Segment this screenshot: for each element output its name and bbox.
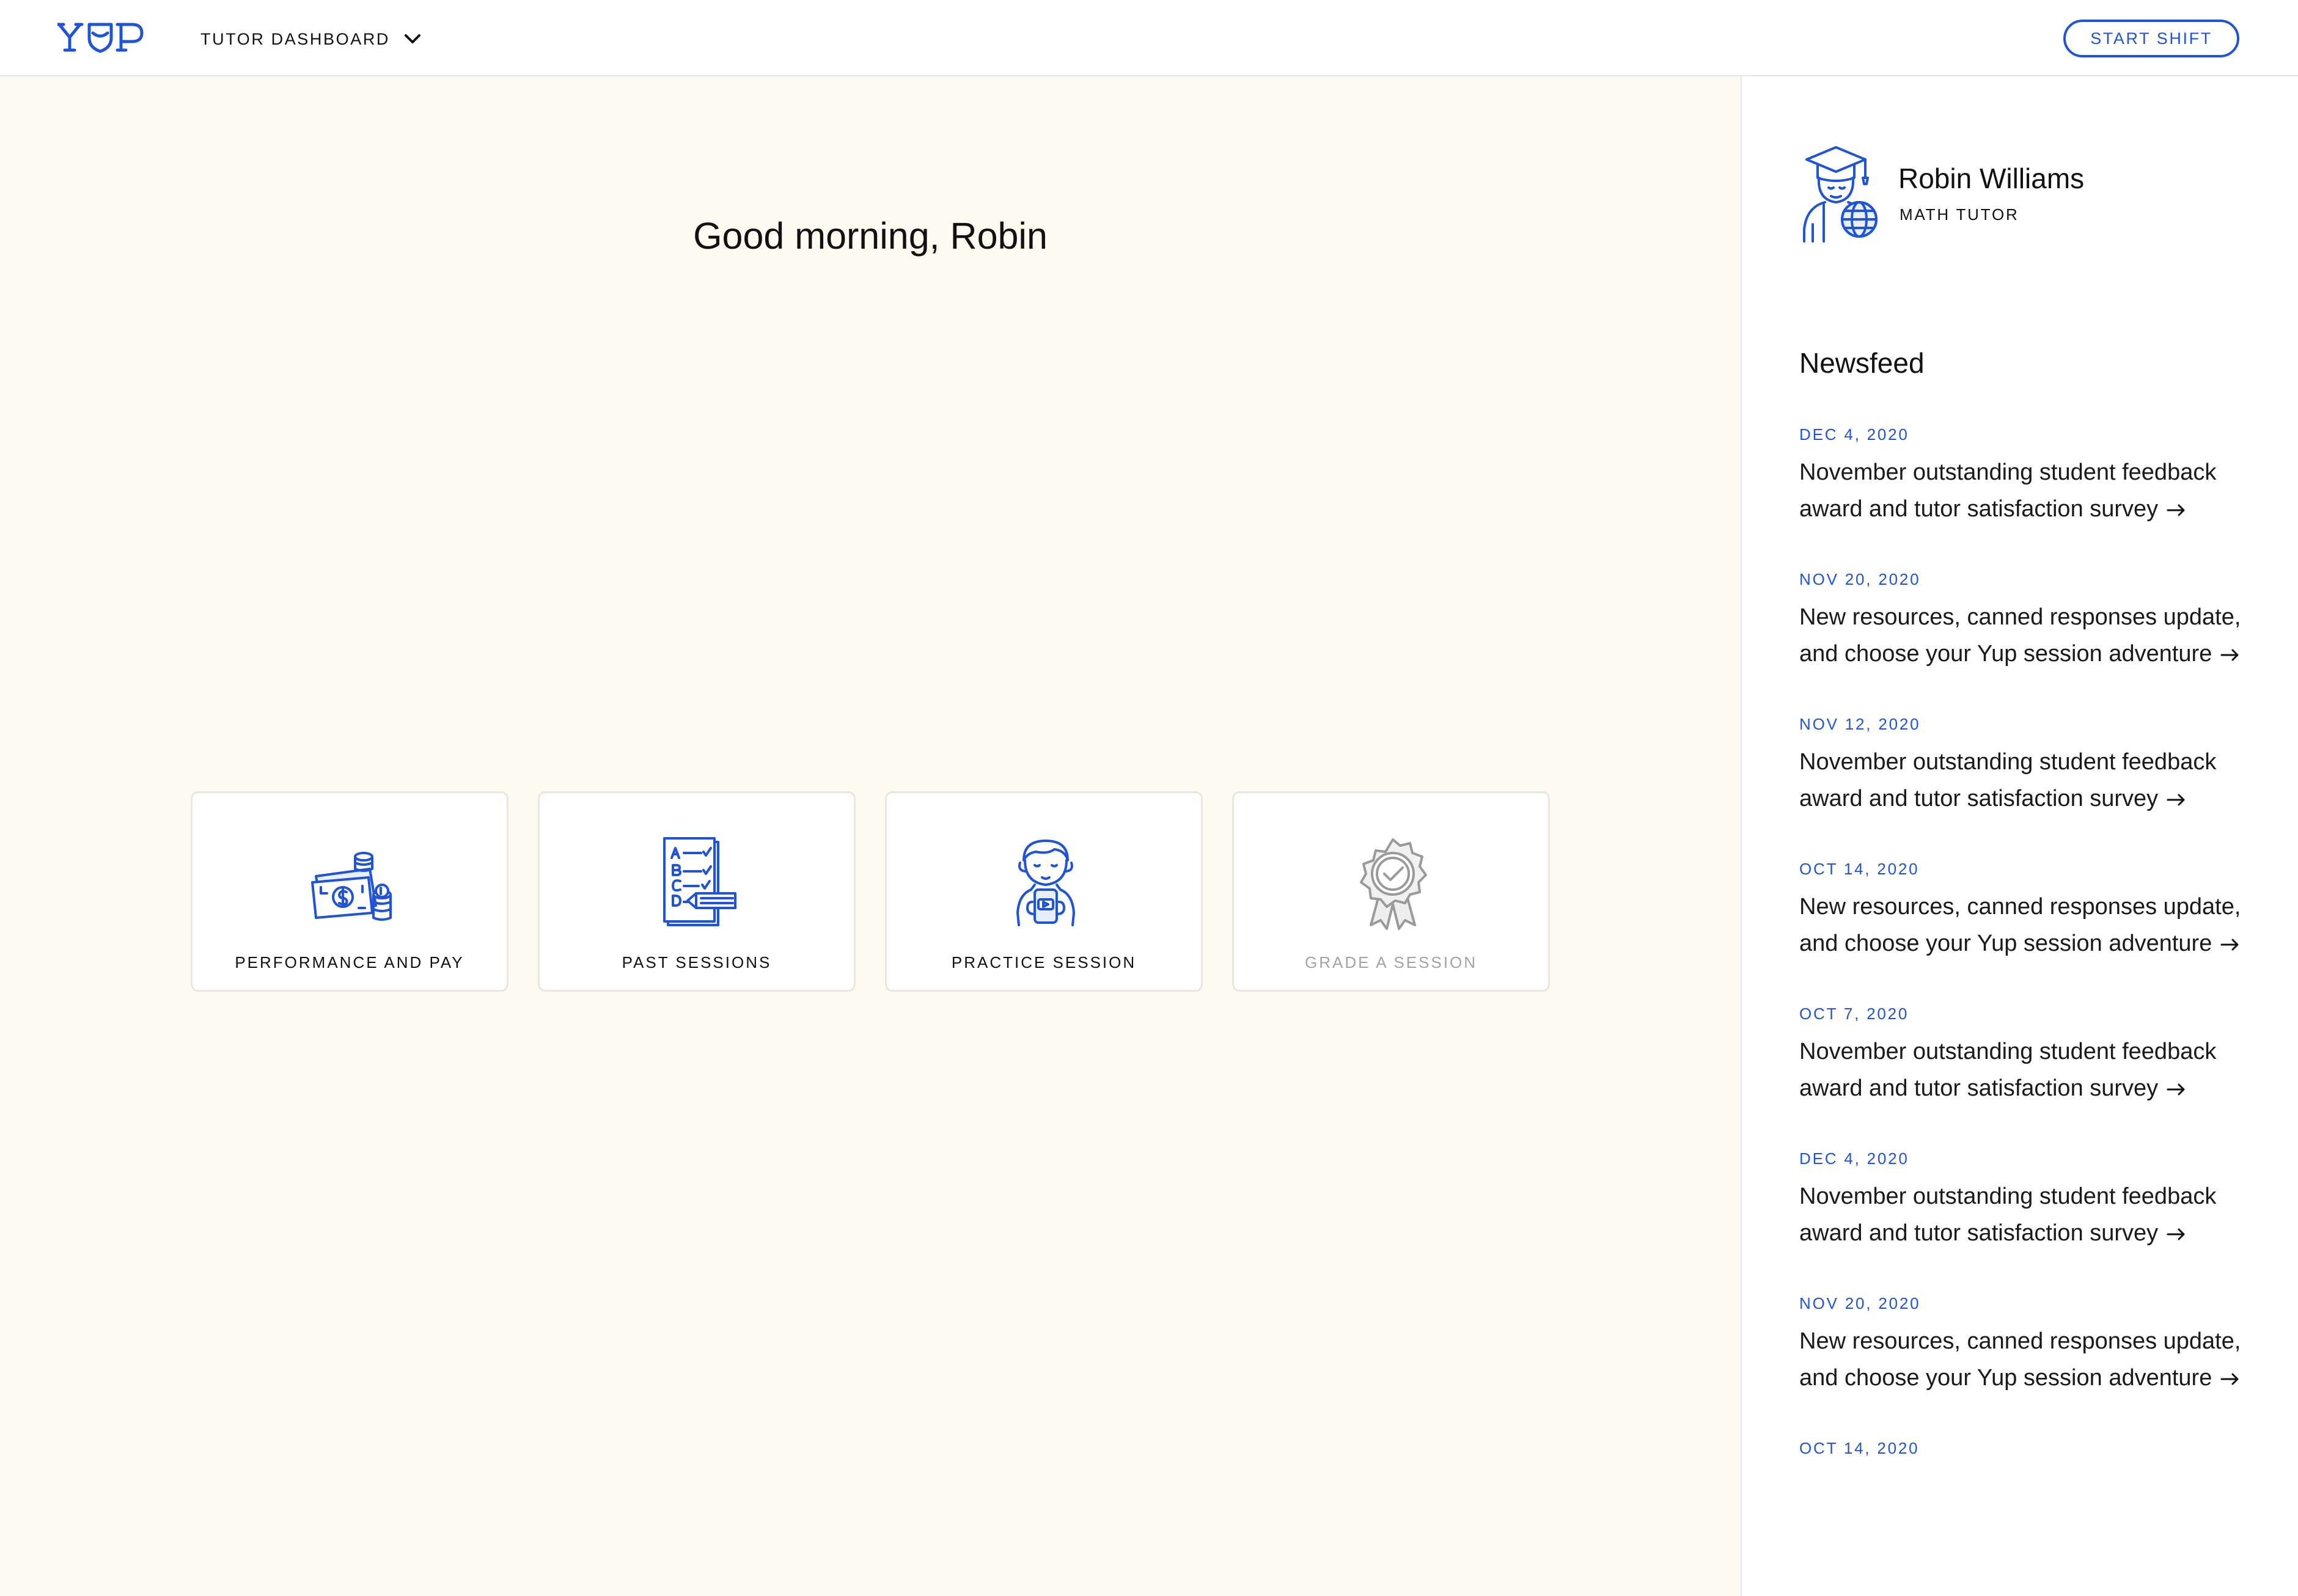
yup-logo[interactable] xyxy=(57,21,144,54)
news-date: OCT 7, 2020 xyxy=(1799,1005,1909,1023)
news-headline: New resources, canned responses update, … xyxy=(1799,604,2241,667)
practice-session-card[interactable]: PRACTICE SESSION xyxy=(885,791,1203,992)
arrow-right-icon xyxy=(2220,939,2239,951)
news-date: NOV 20, 2020 xyxy=(1799,570,1921,588)
arrow-right-icon xyxy=(2220,1373,2239,1385)
news-headline: November outstanding student feedback aw… xyxy=(1799,459,2217,522)
grade-a-session-label: GRADE A SESSION xyxy=(1305,953,1477,972)
news-date: DEC 4, 2020 xyxy=(1799,425,1909,444)
newsfeed-list: DEC 4, 2020 November outstanding student… xyxy=(1799,423,2276,1500)
past-sessions-label: PAST SESSIONS xyxy=(622,953,772,972)
news-date: OCT 14, 2020 xyxy=(1799,1439,1920,1457)
chevron-down-icon xyxy=(405,34,421,43)
greeting-heading: Good morning, Robin xyxy=(693,215,1048,257)
news-item[interactable]: NOV 20, 2020 New resources, canned respo… xyxy=(1799,1292,2276,1396)
news-headline: November outstanding student feedback aw… xyxy=(1799,1184,2217,1246)
money-coins-icon xyxy=(311,852,392,921)
news-item[interactable]: NOV 20, 2020 New resources, canned respo… xyxy=(1799,568,2276,672)
arrow-right-icon xyxy=(2220,649,2239,661)
checklist-pencil-icon xyxy=(663,837,736,926)
arrow-right-icon xyxy=(2167,794,2185,806)
performance-and-pay-card[interactable]: PERFORMANCE AND PAY xyxy=(191,791,508,992)
tutor-dashboard-dropdown[interactable]: TUTOR DASHBOARD xyxy=(200,27,422,51)
news-date: DEC 4, 2020 xyxy=(1799,1149,1909,1168)
start-shift-button[interactable]: START SHIFT xyxy=(2063,20,2239,57)
news-headline: November outstanding student feedback aw… xyxy=(1799,749,2217,811)
profile-role: MATH TUTOR xyxy=(1900,205,2019,224)
past-sessions-card[interactable]: PAST SESSIONS xyxy=(538,791,856,992)
graduate-globe-icon xyxy=(1803,146,1878,243)
arrow-right-icon xyxy=(2167,504,2185,516)
news-date: NOV 20, 2020 xyxy=(1799,1294,1921,1312)
student-phone-icon xyxy=(1016,840,1075,926)
news-date: OCT 14, 2020 xyxy=(1799,860,1920,878)
arrow-right-icon xyxy=(2167,1083,2185,1096)
award-badge-icon xyxy=(1360,838,1427,930)
news-item[interactable]: OCT 14, 2020 New resources, canned respo… xyxy=(1799,858,2276,962)
news-item[interactable]: DEC 4, 2020 November outstanding student… xyxy=(1799,423,2276,527)
news-headline: November outstanding student feedback aw… xyxy=(1799,1039,2217,1101)
news-item[interactable]: OCT 14, 2020 xyxy=(1799,1437,2276,1459)
newsfeed-title: Newsfeed xyxy=(1799,347,1925,379)
right-sidebar: Robin Williams MATH TUTOR Newsfeed DEC 4… xyxy=(1741,76,2298,1596)
performance-and-pay-label: PERFORMANCE AND PAY xyxy=(235,953,464,972)
news-headline: New resources, canned responses update, … xyxy=(1799,1328,2241,1391)
arrow-right-icon xyxy=(2167,1228,2185,1240)
practice-session-label: PRACTICE SESSION xyxy=(951,953,1137,972)
grade-a-session-card: GRADE A SESSION xyxy=(1232,791,1550,992)
news-date: NOV 12, 2020 xyxy=(1799,715,1921,733)
profile-name: Robin Williams xyxy=(1898,163,2085,194)
tutor-dashboard-label: TUTOR DASHBOARD xyxy=(200,29,391,48)
news-item[interactable]: NOV 12, 2020 November outstanding studen… xyxy=(1799,713,2276,817)
news-item[interactable]: DEC 4, 2020 November outstanding student… xyxy=(1799,1148,2276,1251)
action-cards: PERFORMANCE AND PAY PAST SESSIONS PRACTI… xyxy=(191,791,1550,992)
main-area: Good morning, Robin PERFORMANCE AND PAY xyxy=(0,76,1741,1596)
news-headline: New resources, canned responses update, … xyxy=(1799,894,2241,956)
news-item[interactable]: OCT 7, 2020 November outstanding student… xyxy=(1799,1003,2276,1107)
top-bar: TUTOR DASHBOARD START SHIFT xyxy=(0,0,2298,76)
